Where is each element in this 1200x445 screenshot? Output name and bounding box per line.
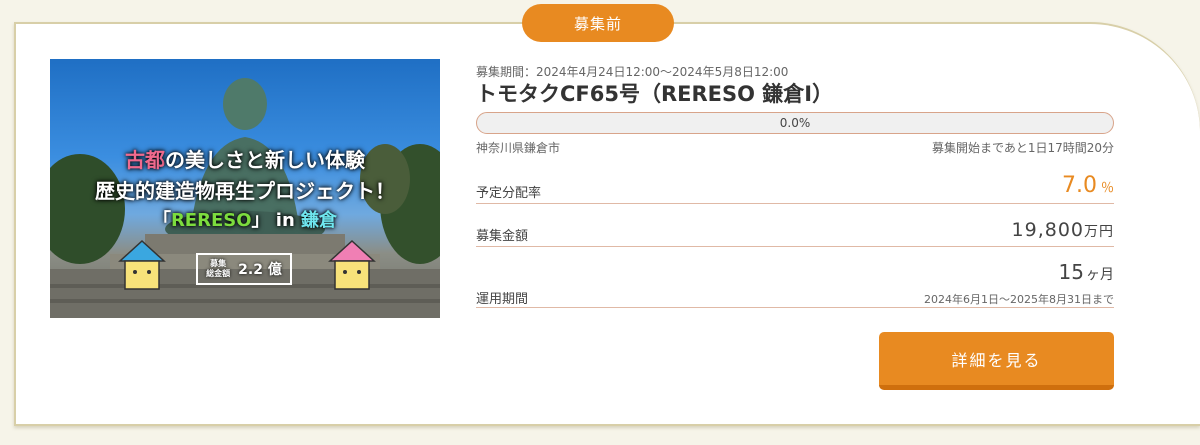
amount-label: 募集金額 [476, 229, 529, 244]
hero-image[interactable]: 古都の美しさと新しい体験 歴史的建造物再生プロジェクト！ 「RERESO」 in… [50, 59, 440, 318]
rate-unit: ％ [1100, 181, 1114, 196]
hero-total-label: 募集 総金額 [206, 259, 231, 278]
progress-label: 0.0% [779, 116, 811, 130]
progress-bar: 0.0% [476, 112, 1114, 134]
countdown: 募集開始まであと1日17時間20分 [931, 141, 1114, 155]
hero-bracket-close: 」 [251, 210, 270, 231]
term-value: 15 [1058, 260, 1084, 284]
hero-brand: RERESO [170, 210, 252, 231]
hero-tagline: 古都の美しさと新しい体験 [50, 144, 440, 173]
term-dates: 2024年6月1日～2025年8月31日まで [924, 293, 1114, 306]
hero-project: 歴史的建造物再生プロジェクト！ [95, 179, 395, 203]
term-value-wrap: 15 ヶ月 [1059, 260, 1114, 284]
rate-label: 予定分配率 [476, 186, 542, 201]
fund-title[interactable]: トモタクCF65号（RERESO 鎌倉Ⅰ） [476, 78, 833, 108]
status-badge: 募集前 [522, 4, 674, 42]
amount-value-wrap: 19,800万円 [1012, 219, 1114, 241]
amount-value: 19,800 [1011, 219, 1084, 241]
term-label: 運用期間 [476, 292, 529, 307]
hero-in: in [269, 210, 302, 231]
rate-value-wrap: 7.0 ％ [1062, 173, 1114, 198]
term-row: 運用期間 15 ヶ月 2024年6月1日～2025年8月31日まで [476, 258, 1114, 308]
hero-total-box: 募集 総金額 2.2 億 [196, 253, 292, 285]
rate-row: 予定分配率 7.0 ％ [476, 170, 1114, 204]
location: 神奈川県鎌倉市 [476, 141, 561, 155]
hero-highlight: 古都 [125, 148, 165, 172]
rate-value: 7.0 [1061, 173, 1097, 198]
hero-brand-line: 「RERESO」 in 鎌倉 [50, 206, 440, 232]
view-details-button[interactable]: 詳細を見る [879, 332, 1114, 390]
term-unit: ヶ月 [1086, 267, 1114, 283]
amount-unit: 万円 [1084, 224, 1114, 240]
amount-row: 募集金額 19,800万円 [476, 214, 1114, 247]
hero-tagline-rest: の美しさと新しい体験 [165, 148, 365, 172]
hero-total-value: 2.2 億 [238, 262, 282, 278]
hero-place: 鎌倉 [301, 210, 338, 231]
hero-bracket-open: 「 [152, 210, 171, 231]
